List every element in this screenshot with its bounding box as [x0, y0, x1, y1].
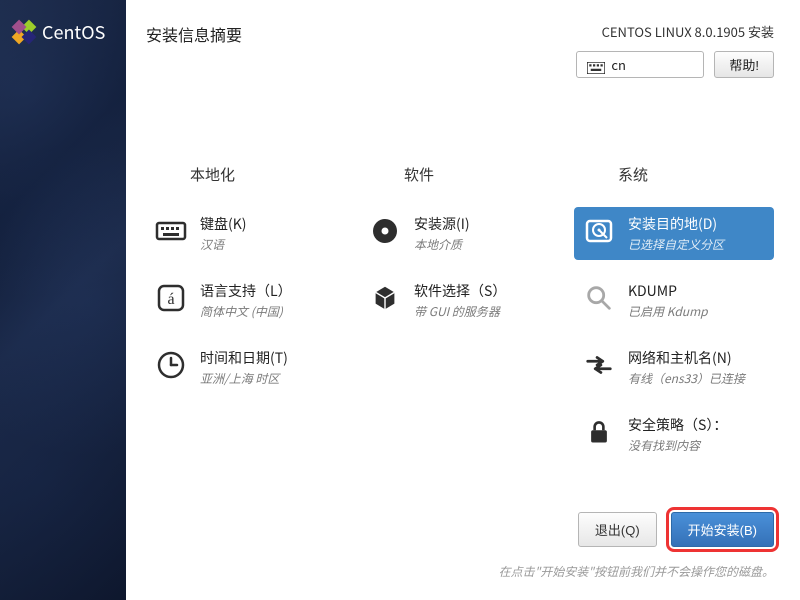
spoke-keyboard[interactable]: 键盘(K) 汉语 — [146, 207, 346, 260]
disc-icon — [368, 214, 402, 248]
spoke-sub: 已选择自定义分区 — [628, 236, 724, 253]
version-label: CENTOS LINUX 8.0.1905 安装 — [576, 22, 774, 41]
keyboard-indicator[interactable]: cn — [576, 51, 704, 78]
spoke-software-selection[interactable]: 软件选择（S） 带 GUI 的服务器 — [360, 274, 560, 327]
spoke-title: 安装目的地(D) — [628, 214, 724, 234]
search-icon — [582, 281, 616, 315]
column-heading-software: 软件 — [360, 164, 560, 185]
spoke-security-policy[interactable]: 安全策略（S）： 没有找到内容 — [574, 408, 774, 461]
spoke-title: 时间和日期(T) — [200, 348, 288, 368]
brand-text: CentOS — [42, 19, 105, 45]
quit-button[interactable]: 退出(Q) — [578, 512, 657, 547]
spoke-sub: 有线（ens33）已连接 — [628, 370, 745, 387]
clock-icon — [154, 348, 188, 382]
brand: CentOS — [10, 18, 105, 46]
spoke-title: KDUMP — [628, 281, 708, 301]
centos-logo-icon — [10, 18, 38, 46]
spoke-title: 键盘(K) — [200, 214, 247, 234]
svg-text:á: á — [167, 291, 174, 308]
column-system: 系统 安装目的地(D) 已选择自定义分区 KDUMP 已启用 Kdump — [574, 164, 774, 475]
sidebar-branding: CentOS — [0, 0, 126, 600]
package-icon — [368, 281, 402, 315]
spoke-sub: 已启用 Kdump — [628, 303, 708, 320]
spoke-title: 安全策略（S）： — [628, 415, 727, 435]
network-icon — [582, 348, 616, 382]
spoke-sub: 亚洲/上海 时区 — [200, 370, 288, 387]
spoke-sub: 带 GUI 的服务器 — [414, 303, 506, 320]
column-heading-system: 系统 — [574, 164, 774, 185]
spoke-title: 网络和主机名(N) — [628, 348, 745, 368]
spoke-install-destination[interactable]: 安装目的地(D) 已选择自定义分区 — [574, 207, 774, 260]
column-software: 软件 安装源(I) 本地介质 软件选择（S） 带 GUI 的服务器 — [360, 164, 560, 475]
column-heading-localization: 本地化 — [146, 164, 346, 185]
spoke-sub: 简体中文 (中国) — [200, 303, 292, 320]
spoke-sub: 没有找到内容 — [628, 437, 727, 454]
lock-icon — [582, 415, 616, 449]
column-localization: 本地化 键盘(K) 汉语 á 语言支持（L） 简体中文 (中国) — [146, 164, 346, 475]
spoke-title: 语言支持（L） — [200, 281, 292, 301]
harddisk-icon — [582, 214, 616, 248]
spoke-sub: 汉语 — [200, 236, 247, 253]
keyboard-icon — [154, 214, 188, 248]
footer-hint: 在点击"开始安装"按钮前我们并不会操作您的磁盘。 — [272, 563, 774, 580]
keyboard-icon — [587, 59, 605, 71]
language-icon: á — [154, 281, 188, 315]
spoke-language[interactable]: á 语言支持（L） 简体中文 (中国) — [146, 274, 346, 327]
keyboard-indicator-label: cn — [611, 55, 626, 74]
spoke-datetime[interactable]: 时间和日期(T) 亚洲/上海 时区 — [146, 341, 346, 394]
begin-install-button[interactable]: 开始安装(B) — [671, 512, 774, 547]
spoke-install-source[interactable]: 安装源(I) 本地介质 — [360, 207, 560, 260]
help-button[interactable]: 帮助! — [714, 51, 774, 78]
spoke-kdump[interactable]: KDUMP 已启用 Kdump — [574, 274, 774, 327]
spoke-network[interactable]: 网络和主机名(N) 有线（ens33）已连接 — [574, 341, 774, 394]
page-title: 安装信息摘要 — [146, 22, 242, 46]
spoke-title: 安装源(I) — [414, 214, 470, 234]
spoke-title: 软件选择（S） — [414, 281, 506, 301]
main-panel: 安装信息摘要 CENTOS LINUX 8.0.1905 安装 cn 帮助! 本… — [126, 0, 800, 600]
spoke-sub: 本地介质 — [414, 236, 470, 253]
